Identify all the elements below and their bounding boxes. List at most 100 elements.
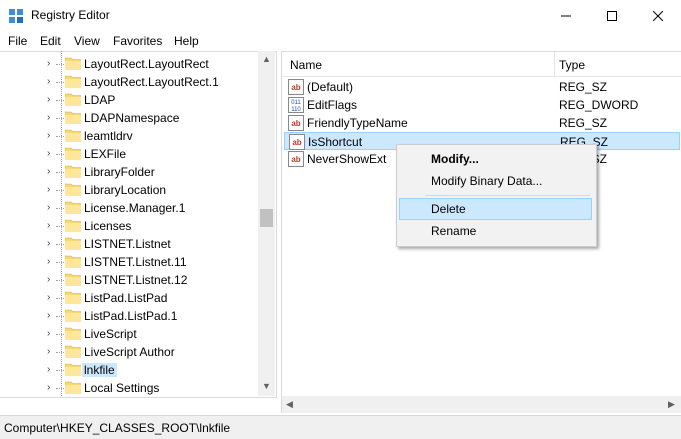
tree-item[interactable]: › LayoutRect.LayoutRect.1 <box>0 73 258 91</box>
tree-item-label: leamtldrv <box>84 129 133 143</box>
menu-help[interactable]: Help <box>174 34 199 48</box>
close-button[interactable] <box>635 0 681 31</box>
tree-item[interactable]: › ListPad.ListPad <box>0 289 258 307</box>
tree-item[interactable]: › lnkfile <box>0 361 258 379</box>
tree-vertical-scrollbar[interactable]: ▲ ▼ <box>258 51 275 396</box>
tree-item[interactable]: › LiveScript <box>0 325 258 343</box>
menu-view[interactable]: View <box>74 34 100 48</box>
folder-icon <box>65 255 81 268</box>
menu-edit[interactable]: Edit <box>40 34 61 48</box>
menu-item-modify-binary[interactable]: Modify Binary Data... <box>399 170 592 192</box>
menu-item-rename[interactable]: Rename <box>399 220 592 242</box>
folder-icon <box>65 381 81 394</box>
status-path: Computer\HKEY_CLASSES_ROOT\lnkfile <box>4 421 231 435</box>
window-title: Registry Editor <box>31 8 110 22</box>
tree-item-label: LEXFile <box>84 147 127 161</box>
folder-icon <box>65 237 81 250</box>
context-menu: Modify... Modify Binary Data... Delete R… <box>396 144 597 247</box>
tree-item-label: LiveScript Author <box>84 345 175 359</box>
tree-item-label: LayoutRect.LayoutRect <box>84 57 209 71</box>
folder-icon <box>65 93 81 106</box>
tree-item[interactable]: › Licenses <box>0 217 258 235</box>
maximize-button[interactable] <box>589 0 635 31</box>
column-header-type[interactable]: Type <box>559 58 585 72</box>
tree-item-label: LISTNET.Listnet <box>84 237 171 251</box>
tree-item[interactable]: › LDAP <box>0 91 258 109</box>
tree-item[interactable]: › ListPad.ListPad.1 <box>0 307 258 325</box>
scroll-up-arrow-icon[interactable]: ▲ <box>262 54 271 64</box>
tree-item[interactable]: › LEXFile <box>0 145 258 163</box>
scroll-thumb[interactable] <box>260 209 273 227</box>
string-value-icon: ab <box>288 79 304 95</box>
minimize-icon <box>561 15 571 16</box>
registry-editor-app-icon <box>9 9 23 23</box>
list-row[interactable]: ab (Default) REG_SZ <box>284 78 680 96</box>
folder-icon <box>65 57 81 70</box>
tree-item-label: LISTNET.Listnet.11 <box>84 255 187 269</box>
tree-item[interactable]: › LISTNET.Listnet <box>0 235 258 253</box>
tree-item[interactable]: › leamtldrv <box>0 127 258 145</box>
folder-icon <box>65 345 81 358</box>
status-bar: Computer\HKEY_CLASSES_ROOT\lnkfile <box>0 415 681 439</box>
tree-item[interactable]: › License.Manager.1 <box>0 199 258 217</box>
menu-bar: File Edit View Favorites Help <box>0 31 681 51</box>
value-type: REG_SZ <box>559 80 608 94</box>
scroll-left-arrow-icon[interactable]: ◀ <box>286 399 293 410</box>
tree-item[interactable]: › LDAPNamespace <box>0 109 258 127</box>
svg-text:011: 011 <box>291 100 301 106</box>
folder-icon <box>65 309 81 322</box>
folder-icon <box>65 183 81 196</box>
value-name: EditFlags <box>307 98 358 112</box>
list-row[interactable]: ab FriendlyTypeName REG_SZ <box>284 114 680 132</box>
scroll-down-arrow-icon[interactable]: ▼ <box>262 381 271 391</box>
menu-item-modify[interactable]: Modify... <box>399 148 592 170</box>
folder-icon <box>65 201 81 214</box>
value-type: REG_SZ <box>559 116 608 130</box>
scroll-right-arrow-icon[interactable]: ▶ <box>668 399 675 410</box>
title-bar[interactable]: Registry Editor <box>0 0 681 31</box>
folder-icon <box>65 147 81 160</box>
menu-item-label: Modify... <box>431 152 479 166</box>
column-header-name[interactable]: Name <box>290 58 322 72</box>
folder-icon <box>65 75 81 88</box>
menu-item-label: Delete <box>431 202 466 216</box>
minimize-button[interactable] <box>543 0 589 31</box>
folder-icon <box>65 111 81 124</box>
tree-item[interactable]: › Local Settings <box>0 379 258 397</box>
tree-item-label: License.Manager.1 <box>84 201 186 215</box>
menu-item-delete[interactable]: Delete <box>399 198 592 220</box>
tree-item[interactable]: › LiveScript Author <box>0 343 258 361</box>
svg-text:ab: ab <box>291 83 300 92</box>
tree-item[interactable]: › LibraryLocation <box>0 181 258 199</box>
tree-item-label: LibraryFolder <box>84 165 155 179</box>
menu-separator <box>425 195 590 196</box>
folder-icon <box>65 219 81 232</box>
value-name: FriendlyTypeName <box>307 116 408 130</box>
svg-text:ab: ab <box>291 119 300 128</box>
menu-item-label: Modify Binary Data... <box>431 174 543 188</box>
tree-item[interactable]: › LISTNET.Listnet.12 <box>0 271 258 289</box>
tree-item[interactable]: › LISTNET.Listnet.11 <box>0 253 258 271</box>
svg-text:ab: ab <box>291 155 300 164</box>
value-name: IsShortcut <box>308 135 363 149</box>
menu-file[interactable]: File <box>8 34 27 48</box>
tree-item-label: LiveScript <box>84 327 137 341</box>
value-name: (Default) <box>307 80 354 94</box>
string-value-icon: ab <box>288 115 304 131</box>
tree-item-label: Licenses <box>84 219 132 233</box>
binary-value-icon: 011110 <box>288 97 304 113</box>
tree-item-label: LibraryLocation <box>84 183 167 197</box>
tree-item-label: LDAPNamespace <box>84 111 180 125</box>
svg-text:110: 110 <box>291 107 301 113</box>
value-name: NeverShowExt <box>307 152 387 166</box>
tree-item[interactable]: › LayoutRect.LayoutRect <box>0 55 258 73</box>
tree-item[interactable]: › LibraryFolder <box>0 163 258 181</box>
column-divider[interactable] <box>554 52 555 76</box>
list-horizontal-scrollbar[interactable]: ◀ ▶ <box>281 396 681 413</box>
tree-item-label: Local Settings <box>84 381 160 395</box>
list-row[interactable]: 011 110 EditFlags REG_DWORD <box>284 96 680 114</box>
tree-item-label: ListPad.ListPad <box>84 291 168 305</box>
menu-favorites[interactable]: Favorites <box>113 34 162 48</box>
tree-item-label: lnkfile <box>82 363 117 377</box>
string-value-icon: ab <box>289 134 305 150</box>
